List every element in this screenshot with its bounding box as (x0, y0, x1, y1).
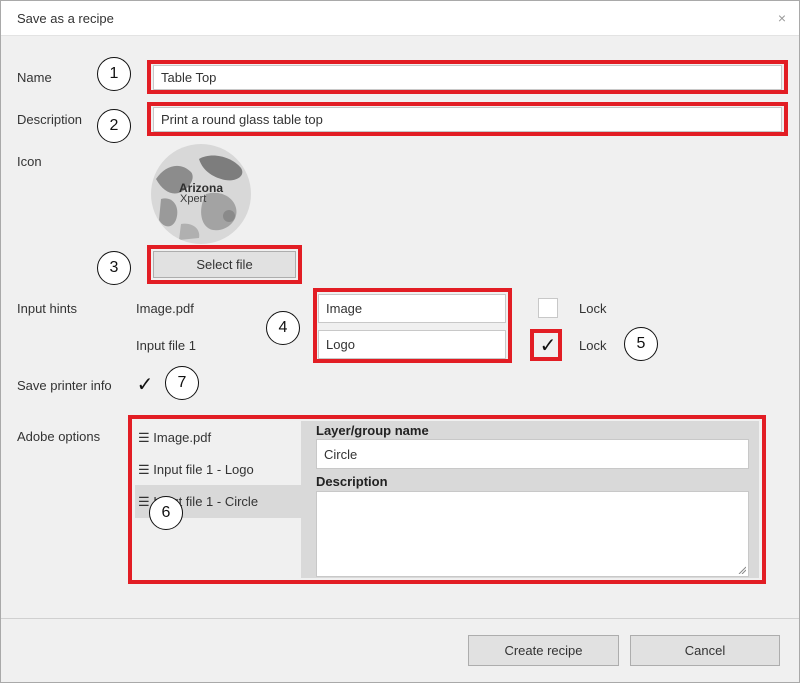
input-hints-label: Input hints (17, 301, 77, 316)
save-printer-info-checkbox[interactable]: ✓ (134, 374, 156, 396)
name-label: Name (17, 70, 52, 85)
menu-icon: ☰ (138, 462, 150, 477)
list-item-label: Input file 1 - Logo (153, 462, 254, 477)
callout-3: 3 (97, 251, 131, 285)
layer-description-textarea[interactable] (316, 491, 749, 577)
hint-input-image[interactable] (318, 294, 506, 323)
footer-divider (1, 618, 799, 619)
recipe-icon-image: Arizona Xpert (151, 144, 251, 244)
icon-logo-subtext: Xpert (180, 193, 207, 205)
adobe-options-label: Adobe options (17, 429, 101, 444)
callout-2: 2 (97, 109, 131, 143)
layer-group-name-input[interactable] (316, 439, 749, 469)
icon-label: Icon (17, 154, 42, 169)
callout-7: 7 (165, 366, 199, 400)
menu-icon: ☰ (138, 430, 150, 445)
lock-checkbox-logo[interactable]: ✓ (536, 335, 560, 357)
description-input[interactable] (153, 107, 782, 132)
close-icon[interactable]: × (775, 11, 789, 25)
save-printer-info-label: Save printer info (17, 378, 112, 393)
lock-label: Lock (579, 338, 607, 353)
description-label: Description (17, 112, 83, 127)
list-item-label: Image.pdf (153, 430, 212, 445)
layer-details-panel: Layer/group name Description (301, 421, 759, 578)
hint-input-logo[interactable] (318, 330, 506, 359)
resize-grip-icon[interactable] (738, 566, 746, 574)
title-bar: Save as a recipe × (1, 1, 799, 36)
callout-5: 5 (624, 327, 658, 361)
callout-6: 6 (149, 496, 183, 530)
callout-4: 4 (266, 311, 300, 345)
list-item-input-file-logo[interactable]: ☰ Input file 1 - Logo (135, 453, 301, 486)
create-recipe-button[interactable]: Create recipe (468, 635, 619, 666)
select-file-button[interactable]: Select file (153, 251, 296, 278)
dialog-title: Save as a recipe (17, 11, 114, 26)
cancel-button[interactable]: Cancel (630, 635, 780, 666)
callout-1: 1 (97, 57, 131, 91)
layer-description-label: Description (316, 474, 388, 489)
lock-label: Lock (579, 301, 607, 316)
menu-icon: ☰ (138, 494, 150, 509)
name-input[interactable] (153, 65, 782, 90)
hint-file-name: Image.pdf (136, 301, 194, 316)
save-recipe-dialog: Save as a recipe × Name Description Icon… (0, 0, 800, 683)
hint-file-name: Input file 1 (136, 338, 196, 353)
lock-checkbox-image[interactable] (538, 298, 558, 318)
list-item-image-pdf[interactable]: ☰ Image.pdf (135, 421, 301, 454)
layer-group-name-label: Layer/group name (316, 423, 429, 438)
